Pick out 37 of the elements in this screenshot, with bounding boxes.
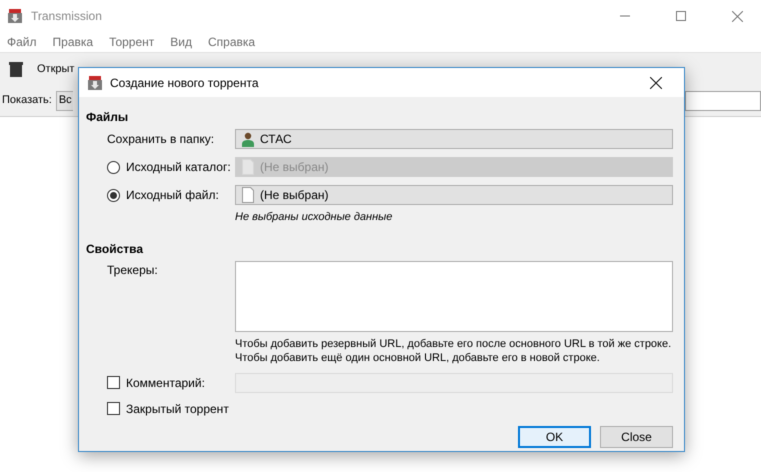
checkbox-label: Закрытый торрент [126, 400, 229, 418]
search-field[interactable] [685, 90, 761, 110]
checkbox-label: Комментарий: [126, 374, 205, 392]
path-field[interactable]: СТАС [235, 129, 673, 149]
field-label: Исходный каталог: [126, 159, 231, 176]
dialog-button[interactable]: Close [600, 426, 673, 448]
dialog-button[interactable]: OK [518, 426, 591, 448]
file-icon [242, 187, 254, 203]
field-label: Исходный файл: [126, 187, 219, 204]
dialog-title: Создание нового торрента [110, 74, 259, 92]
filter-label: Показать: [2, 93, 52, 108]
radio-button[interactable] [107, 188, 120, 202]
status-message: Не выбраны исходные данные [235, 210, 394, 225]
checkbox[interactable] [107, 376, 120, 389]
menu-item[interactable]: Правка [52, 33, 94, 51]
hint-text: Чтобы добавить резервный URL, добавьте его после основного URL в той же строке. [235, 336, 672, 350]
menu-item[interactable]: Файл [7, 33, 37, 51]
window-title: Transmission [31, 8, 102, 25]
person-icon [242, 132, 254, 146]
menu-item[interactable]: Вид [170, 33, 192, 51]
section-heading: Свойства [86, 240, 144, 256]
hint-text: Чтобы добавить ещё один основной URL, добавьте его в новой строке. [235, 350, 601, 364]
field-label: Трекеры: [107, 262, 159, 278]
file-icon [242, 159, 254, 175]
menu-item[interactable]: Торрент [109, 33, 154, 51]
app-logo-icon [87, 74, 103, 90]
section-heading: Файлы [86, 109, 130, 124]
field-label: Сохранить в папку: [107, 131, 214, 148]
app-logo-icon [7, 8, 23, 24]
checkbox[interactable] [107, 402, 120, 415]
trackers-field[interactable] [235, 260, 673, 332]
path-field[interactable]: (Не выбран) [235, 185, 673, 205]
close-icon[interactable] [650, 76, 662, 88]
filter-dropdown[interactable]: Вс [56, 90, 73, 110]
toolbar-label[interactable]: Открыт [37, 60, 74, 78]
maximize-icon[interactable] [676, 11, 686, 21]
menu-item[interactable]: Справка [208, 33, 256, 51]
